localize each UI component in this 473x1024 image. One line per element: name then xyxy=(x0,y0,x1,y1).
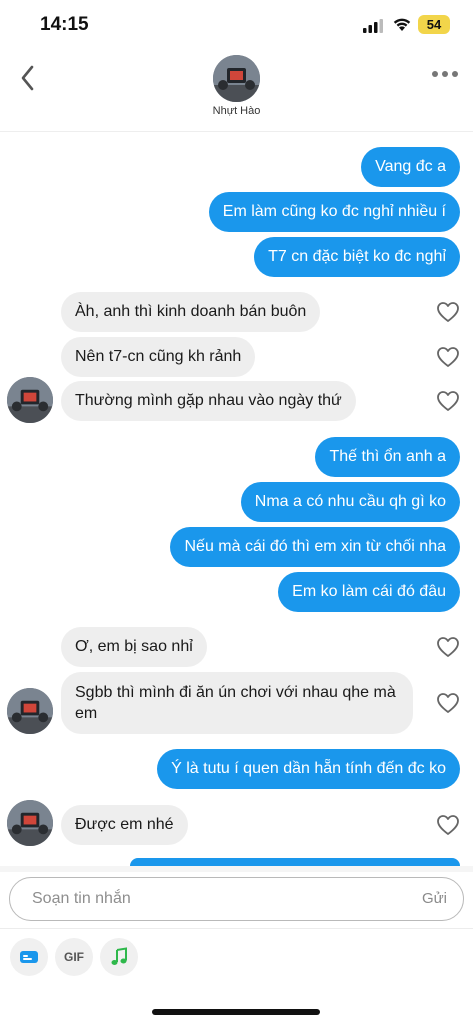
message-bubble-sent[interactable]: Vang đc a xyxy=(361,147,460,187)
home-indicator[interactable] xyxy=(152,1009,320,1015)
card-button[interactable] xyxy=(10,938,48,976)
more-options-icon[interactable] xyxy=(430,66,460,82)
heart-icon[interactable] xyxy=(436,692,460,714)
toolbar-divider xyxy=(0,928,473,929)
message-bubble-sent[interactable]: Nếu mà cái đó thì em xin từ chối nha xyxy=(170,527,460,567)
message-bubble-received[interactable]: Được em nhé xyxy=(61,805,188,845)
message-bubble-received[interactable]: Àh, anh thì kinh doanh bán buôn xyxy=(61,292,321,332)
message-bubble-sent[interactable]: Ý là tutu í quen dần hẵn tính đến đc ko xyxy=(157,749,460,789)
status-bar: 14:15 54 xyxy=(0,0,473,50)
message-bubble-received[interactable]: Thường mình gặp nhau vào ngày thứ xyxy=(61,381,356,421)
sender-avatar[interactable] xyxy=(7,688,53,734)
status-time: 14:15 xyxy=(40,14,89,35)
message-input[interactable]: Soạn tin nhắn xyxy=(32,878,131,920)
contact-avatar[interactable] xyxy=(213,55,260,102)
cellular-signal-icon xyxy=(363,19,383,33)
message-bubble-sent-partial xyxy=(130,858,460,866)
chat-header: Nhựt Hào xyxy=(0,50,473,132)
avatar-photo-icon xyxy=(7,377,53,423)
card-icon xyxy=(20,951,38,963)
heart-icon[interactable] xyxy=(436,346,460,368)
message-composer[interactable]: Soạn tin nhắn Gửi xyxy=(9,877,464,921)
message-bubble-received[interactable]: Ơ, em bị sao nhỉ xyxy=(61,627,207,667)
battery-indicator: 54 xyxy=(418,15,450,34)
wifi-icon xyxy=(393,18,411,31)
heart-icon[interactable] xyxy=(436,636,460,658)
avatar-photo-icon xyxy=(213,55,260,102)
avatar-photo-icon xyxy=(7,688,53,734)
composer-separator xyxy=(0,866,473,872)
gif-icon: GIF xyxy=(64,950,84,964)
message-bubble-sent[interactable]: T7 cn đặc biệt ko đc nghỉ xyxy=(254,237,460,277)
heart-icon[interactable] xyxy=(436,390,460,412)
heart-icon[interactable] xyxy=(436,814,460,836)
heart-icon[interactable] xyxy=(436,301,460,323)
message-bubble-sent[interactable]: Em ko làm cái đó đâu xyxy=(278,572,460,612)
message-bubble-sent[interactable]: Em làm cũng ko đc nghỉ nhiều í xyxy=(208,192,460,232)
sender-avatar[interactable] xyxy=(7,377,53,423)
sender-avatar[interactable] xyxy=(7,800,53,846)
send-button[interactable]: Gửi xyxy=(422,878,447,920)
contact-name[interactable]: Nhựt Hào xyxy=(0,105,473,117)
message-bubble-received[interactable]: Sgbb thì mình đi ăn ún chơi với nhau qhe… xyxy=(61,672,413,734)
music-button[interactable] xyxy=(100,938,138,976)
avatar-photo-icon xyxy=(7,800,53,846)
back-chevron-icon[interactable] xyxy=(14,60,44,96)
music-note-icon xyxy=(111,947,127,965)
message-bubble-sent[interactable]: Thế thì ổn anh a xyxy=(315,437,460,477)
gif-button[interactable]: GIF xyxy=(55,938,93,976)
message-bubble-received[interactable]: Nên t7-cn cũng kh rảnh xyxy=(61,337,256,377)
message-bubble-sent[interactable]: Nma a có nhu cầu qh gì ko xyxy=(240,482,460,522)
